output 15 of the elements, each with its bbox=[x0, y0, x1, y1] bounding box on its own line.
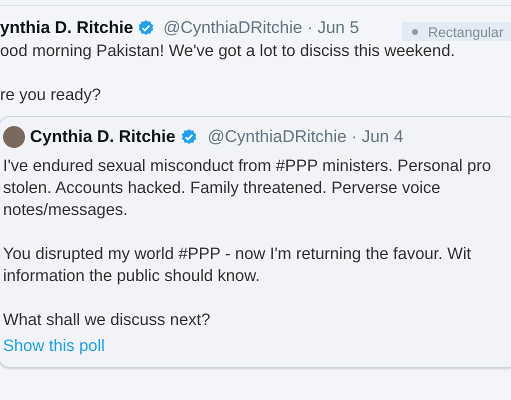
handle-and-date: @CynthiaDRitchie · Jun 5 bbox=[163, 18, 360, 38]
tweet-text: re you ready? bbox=[0, 85, 101, 106]
tweet-text: You disrupted my world #PPP - now I'm returning the favour. Wit information the public should know. bbox=[3, 244, 472, 287]
author-name[interactable]: ynthia D. Ritchie bbox=[0, 18, 134, 38]
tweet-text: ood morning Pakistan! We've got a lot to disciss this weekend. bbox=[0, 41, 455, 62]
avatar[interactable] bbox=[3, 126, 25, 148]
quoted-tweet-card[interactable] bbox=[0, 116, 511, 368]
tag-label: Rectangular bbox=[428, 24, 504, 40]
tweet-text: I've endured sexual misconduct from #PPP ministers. Personal pro stolen. Accounts hacked. Family threatened. Perverse voice notes/messages. bbox=[3, 156, 491, 221]
verified-badge-icon bbox=[137, 19, 156, 37]
dot-icon bbox=[412, 28, 418, 34]
tweet-text: What shall we discuss next? bbox=[3, 310, 210, 331]
verified-badge-icon bbox=[180, 128, 198, 146]
author-name[interactable]: Cynthia D. Ritchie bbox=[30, 127, 176, 147]
handle-and-date: @CynthiaDRitchie · Jun 4 bbox=[207, 127, 404, 147]
